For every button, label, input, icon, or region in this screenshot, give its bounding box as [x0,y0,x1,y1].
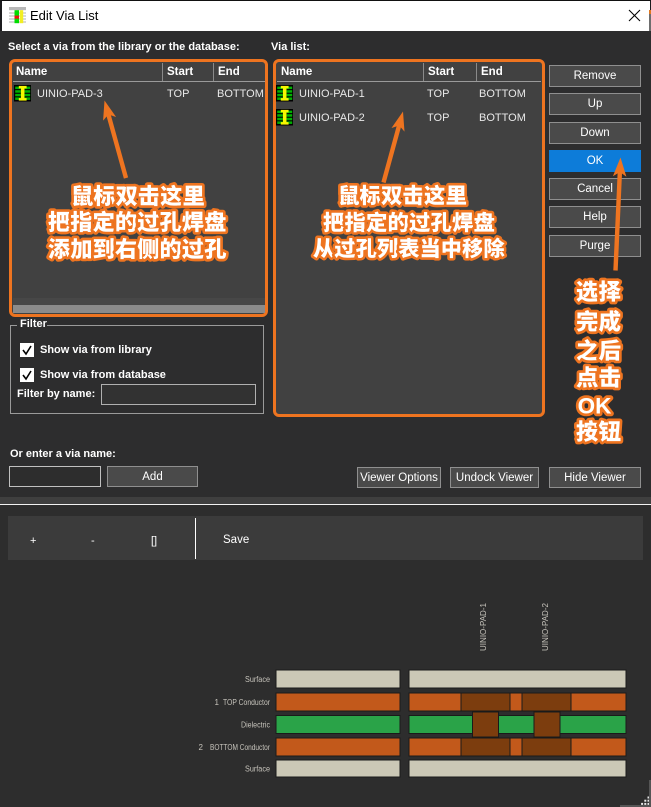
svg-text:1: 1 [215,698,220,707]
svg-text:Dielectric: Dielectric [241,721,270,730]
svg-text:TOP Conductor: TOP Conductor [223,698,270,707]
svg-text:UINIO-PAD-1: UINIO-PAD-1 [478,603,488,651]
svg-text:UINIO-PAD-2: UINIO-PAD-2 [540,603,550,651]
svg-text:BOTTOM Conductor: BOTTOM Conductor [210,743,270,752]
svg-text:Surface: Surface [245,675,270,684]
svg-text:2: 2 [199,743,204,752]
svg-text:Surface: Surface [245,765,270,774]
